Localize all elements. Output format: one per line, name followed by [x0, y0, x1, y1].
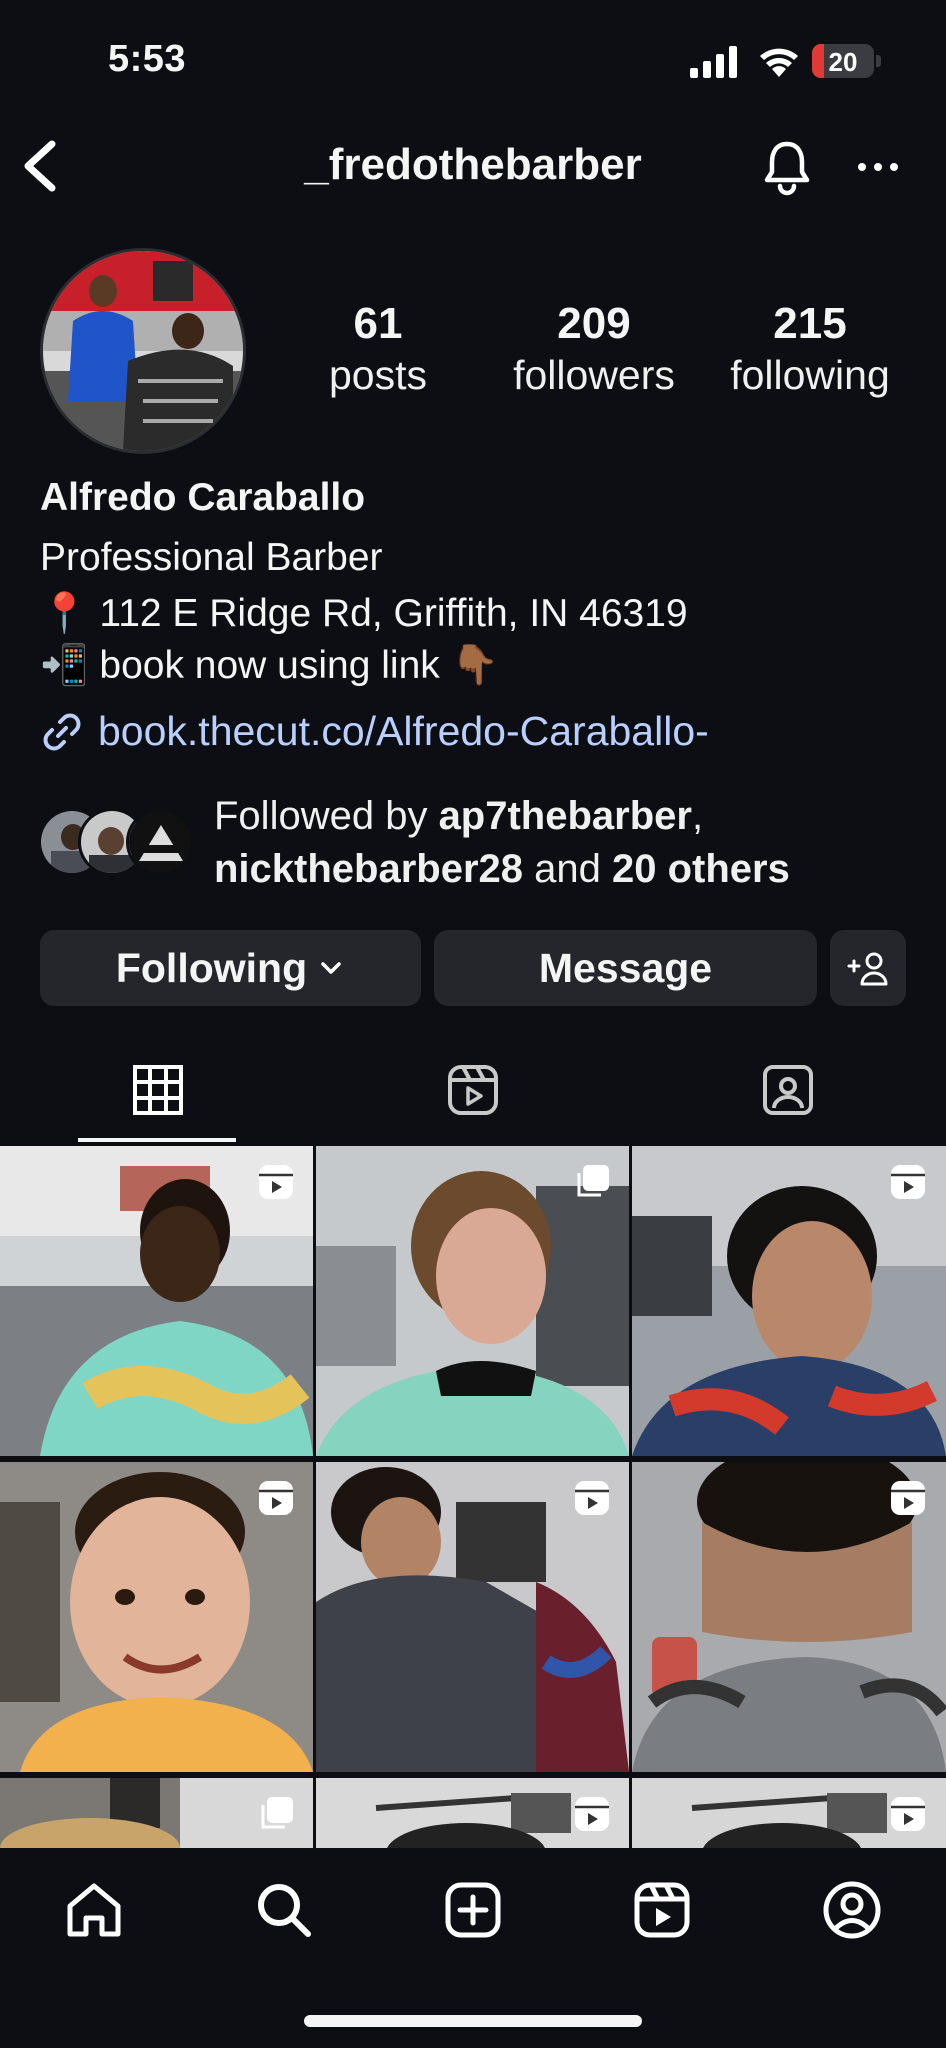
reel-badge-icon	[891, 1481, 925, 1515]
followed-by-prefix: Followed by	[214, 794, 439, 838]
search-icon[interactable]	[252, 1878, 316, 1942]
grid-icon[interactable]	[130, 1062, 186, 1118]
reel-badge-icon	[891, 1797, 925, 1831]
grid-post[interactable]	[0, 1146, 313, 1456]
bio-line-1: Professional Barber	[40, 536, 383, 579]
followers-count: 209	[557, 299, 631, 348]
link-icon	[43, 713, 81, 750]
message-button[interactable]: Message	[434, 930, 817, 1006]
grid-post[interactable]	[316, 1462, 629, 1772]
mutual-avatar	[126, 808, 194, 876]
grid-post[interactable]	[316, 1146, 629, 1456]
posts-stat[interactable]: 61 posts	[278, 298, 478, 400]
chevron-down-icon	[321, 962, 341, 974]
reel-badge-icon	[259, 1481, 293, 1515]
following-button-label: Following	[115, 944, 308, 991]
grid-post[interactable]	[0, 1778, 313, 1848]
following-button[interactable]: Following	[40, 930, 421, 1006]
profile-full-name: Alfredo Caraballo	[40, 476, 366, 519]
followed-by-separator: ,	[691, 794, 704, 838]
profile-icon[interactable]	[820, 1878, 884, 1942]
reel-badge-icon	[259, 1165, 293, 1199]
message-button-label: Message	[538, 944, 713, 991]
bio-link[interactable]: book.thecut.co/Alfredo-Caraballo-	[40, 708, 709, 755]
battery-level: 20	[828, 47, 858, 77]
following-label: following	[730, 352, 890, 398]
grid-post[interactable]	[0, 1462, 313, 1772]
home-indicator[interactable]	[304, 2015, 642, 2027]
posts-label: posts	[329, 352, 427, 398]
tagged-tab-icon[interactable]	[760, 1062, 816, 1118]
suggested-users-button[interactable]	[830, 930, 906, 1006]
grid-post[interactable]	[632, 1146, 946, 1456]
carousel-badge-icon	[577, 1165, 609, 1197]
reel-badge-icon	[575, 1481, 609, 1515]
status-time: 5:53	[108, 38, 187, 80]
reels-icon[interactable]	[630, 1878, 694, 1942]
active-tab-indicator	[78, 1138, 236, 1142]
bio-line-3: 📲 book now using link 👇🏾	[40, 644, 500, 687]
followers-stat[interactable]: 209 followers	[494, 298, 694, 400]
home-icon[interactable]	[62, 1878, 126, 1942]
following-count: 215	[773, 299, 847, 348]
followed-by-others[interactable]: 20 others	[612, 847, 790, 891]
posts-count: 61	[353, 299, 403, 348]
following-stat[interactable]: 215 following	[710, 298, 910, 400]
followed-by-and: and	[523, 847, 612, 891]
followed-by-user-2[interactable]: nickthebarber28	[214, 847, 523, 891]
bio-link-text: book.thecut.co/Alfredo-Caraballo-	[98, 708, 709, 754]
grid-post[interactable]	[632, 1462, 946, 1772]
posts-grid	[0, 1146, 946, 1848]
mutual-followers-avatars[interactable]	[38, 808, 198, 878]
create-icon[interactable]	[441, 1878, 505, 1942]
more-icon[interactable]	[856, 150, 900, 184]
followed-by-user-1[interactable]: ap7thebarber	[439, 794, 692, 838]
add-person-icon	[847, 952, 888, 986]
bell-icon[interactable]	[762, 138, 812, 196]
profile-avatar[interactable]	[40, 248, 246, 454]
bio-line-2: 📍 112 E Ridge Rd, Griffith, IN 46319	[40, 592, 688, 635]
battery-indicator: 20	[812, 44, 882, 78]
cellular-signal-icon	[690, 46, 737, 78]
reels-tab-icon[interactable]	[445, 1062, 501, 1118]
grid-post[interactable]	[632, 1778, 946, 1848]
wifi-icon	[760, 48, 798, 77]
grid-post[interactable]	[316, 1778, 629, 1848]
followed-by-text[interactable]: Followed by ap7thebarber, nickthebarber2…	[214, 790, 790, 896]
reel-badge-icon	[891, 1165, 925, 1199]
followers-label: followers	[513, 352, 675, 398]
reel-badge-icon	[575, 1797, 609, 1831]
carousel-badge-icon	[261, 1797, 293, 1829]
